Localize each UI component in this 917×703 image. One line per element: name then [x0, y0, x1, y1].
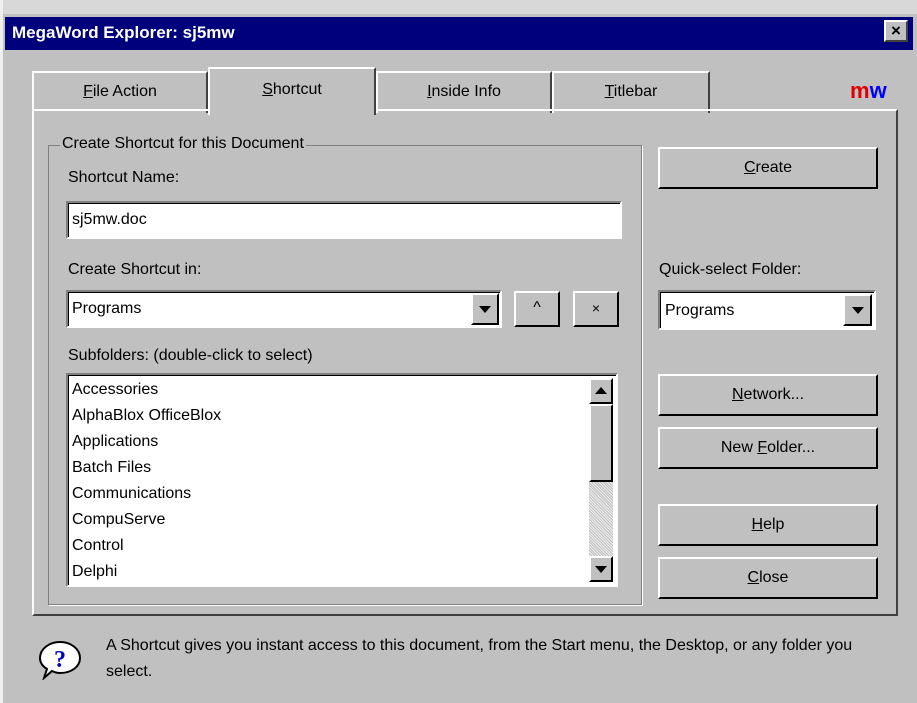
create-in-value: Programs	[72, 300, 142, 317]
list-item[interactable]: Control	[72, 533, 124, 559]
close-icon: ×	[891, 21, 901, 40]
subfolders-label: Subfolders: (double-click to select)	[68, 347, 313, 364]
list-item[interactable]: Batch Files	[72, 455, 151, 481]
tab-file-action[interactable]: File Action	[32, 71, 208, 113]
up-caret-icon: ^	[533, 299, 541, 316]
scroll-thumb[interactable]	[589, 404, 613, 482]
network-button[interactable]: Network...	[658, 374, 878, 416]
close-window-button[interactable]: ×	[884, 20, 908, 42]
arrow-up-icon	[595, 387, 607, 394]
up-folder-button[interactable]: ^	[514, 291, 560, 327]
list-item[interactable]: Delphi	[72, 559, 117, 585]
shortcut-name-label: Shortcut Name:	[68, 169, 180, 186]
footer-help-text: A Shortcut gives you instant access to t…	[106, 637, 853, 680]
chevron-down-icon	[851, 307, 864, 314]
help-button[interactable]: Help	[658, 504, 878, 546]
tab-titlebar[interactable]: Titlebar	[552, 71, 710, 113]
list-item[interactable]: Communications	[72, 481, 191, 507]
list-item[interactable]: Accessories	[72, 377, 158, 403]
window-edge	[0, 0, 3, 703]
quick-select-label: Quick-select Folder:	[659, 261, 802, 278]
list-item[interactable]: AlphaBlox OfficeBlox	[72, 403, 221, 429]
window-title: MegaWord Explorer: sj5mw	[12, 23, 235, 42]
chevron-down-icon	[479, 306, 491, 313]
shortcut-name-value: sj5mw.doc	[72, 211, 147, 228]
x-icon: ×	[591, 300, 601, 316]
active-tab-join	[210, 107, 374, 111]
background-strip	[0, 0, 917, 14]
subfolders-list[interactable]: Accessories AlphaBlox OfficeBlox Applica…	[66, 373, 618, 587]
question-bubble-icon: ?	[38, 640, 82, 682]
close-button[interactable]: Close	[658, 557, 878, 599]
list-item[interactable]: Applications	[72, 429, 158, 455]
svg-text:?: ?	[54, 647, 66, 673]
new-folder-button[interactable]: New Folder...	[658, 427, 878, 469]
create-in-dropdown-button[interactable]	[471, 293, 499, 325]
quick-select-value: Programs	[665, 302, 735, 319]
list-item[interactable]: CompuServe	[72, 507, 165, 533]
create-in-label: Create Shortcut in:	[68, 261, 202, 278]
scroll-down-button[interactable]	[589, 556, 613, 582]
quick-select-dropdown-button[interactable]	[843, 294, 872, 326]
group-title: Create Shortcut for this Document	[60, 134, 306, 154]
shortcut-name-input[interactable]: sj5mw.doc	[66, 201, 622, 239]
remove-folder-button[interactable]: ×	[573, 291, 619, 327]
arrow-down-icon	[595, 566, 607, 573]
scroll-up-button[interactable]	[589, 378, 613, 404]
create-button[interactable]: Create	[658, 147, 878, 189]
tab-inside-info[interactable]: Inside Info	[376, 71, 552, 113]
create-in-dropdown[interactable]: Programs	[66, 290, 502, 328]
mw-logo: mw	[850, 78, 887, 103]
